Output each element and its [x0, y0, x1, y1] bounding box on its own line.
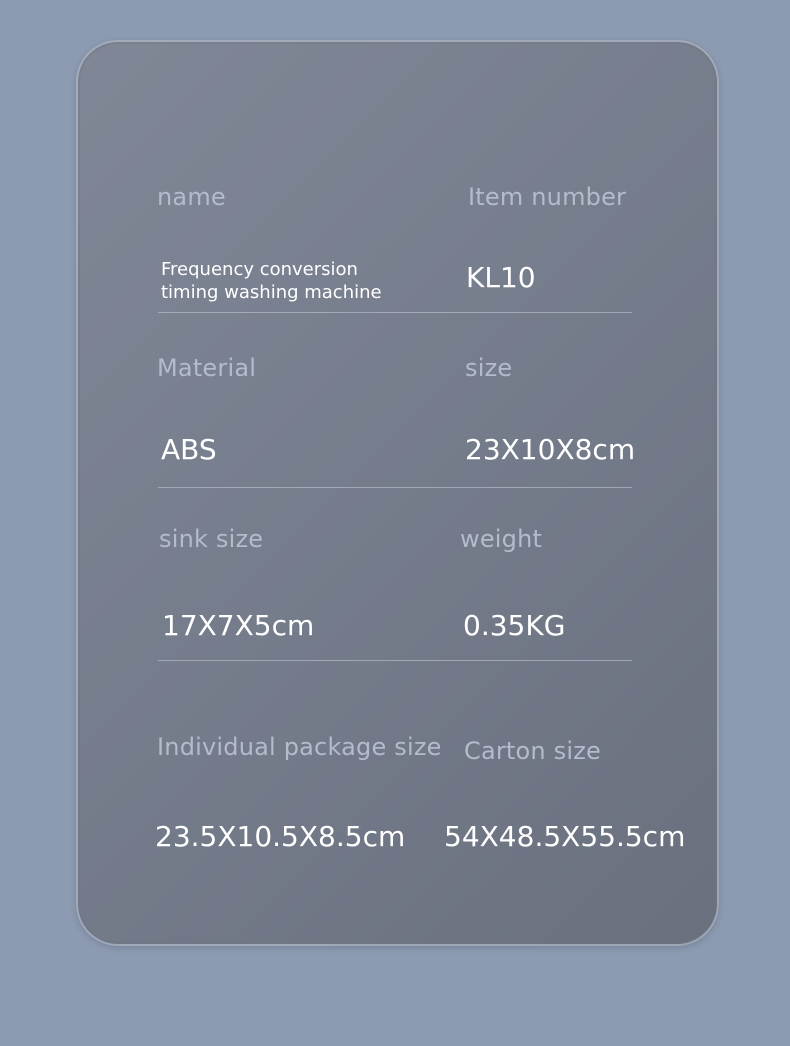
spec-card — [76, 40, 719, 946]
name-label: name — [157, 183, 226, 211]
row-divider-2 — [158, 487, 632, 488]
name-value-line2: timing washing machine — [161, 282, 382, 303]
row-divider-3 — [158, 660, 632, 661]
weight-label: weight — [460, 525, 543, 553]
size-label: size — [465, 354, 513, 382]
item-number-label: Item number — [468, 183, 627, 211]
individual-package-size-value: 23.5X10.5X8.5cm — [155, 820, 406, 853]
material-value: ABS — [161, 433, 217, 466]
item-number-value: KL10 — [466, 261, 536, 294]
sink-size-value: 17X7X5cm — [162, 609, 315, 642]
name-value: Frequency conversion timing washing mach… — [161, 258, 421, 304]
size-value: 23X10X8cm — [465, 433, 636, 466]
individual-package-size-label: Individual package size — [157, 733, 442, 761]
name-value-line1: Frequency conversion — [161, 259, 358, 280]
carton-size-label: Carton size — [464, 737, 602, 765]
carton-size-value: 54X48.5X55.5cm — [444, 820, 686, 853]
weight-value: 0.35KG — [463, 609, 566, 642]
sink-size-label: sink size — [159, 525, 264, 553]
row-divider-1 — [158, 312, 632, 313]
material-label: Material — [157, 354, 257, 382]
